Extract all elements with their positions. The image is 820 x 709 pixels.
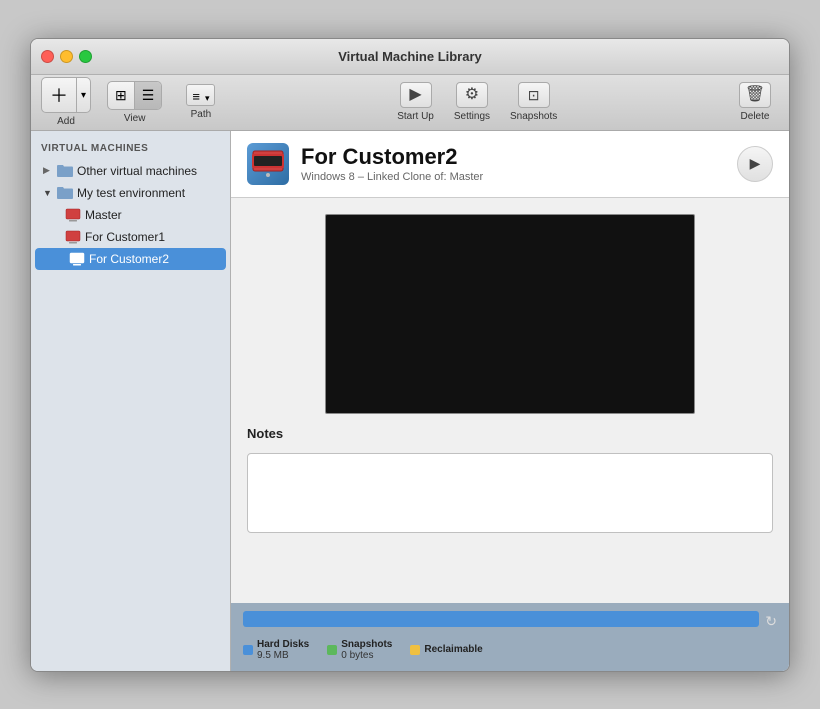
detail-pane: For Customer2 Windows 8 – Linked Clone o…	[231, 131, 789, 671]
vm-icon-detail	[247, 143, 289, 185]
sidebar-item-master-label: Master	[85, 208, 222, 222]
sidebar-section-header: Virtual Machines	[31, 139, 230, 160]
legend-reclaimable: Reclaimable	[410, 639, 482, 661]
refresh-icon: ↻	[765, 613, 777, 629]
vm-screenshot	[325, 214, 695, 414]
settings-button[interactable]: ⚙ Settings	[446, 78, 498, 126]
vm-subtitle: Windows 8 – Linked Clone of: Master	[301, 171, 725, 183]
hard-disks-text: Hard Disks 9.5 MB	[257, 639, 309, 661]
chevron-down-icon: ▾	[81, 90, 86, 101]
maximize-button[interactable]	[79, 50, 92, 63]
sidebar-item-customer2[interactable]: ▶ For Customer2	[35, 248, 226, 270]
delete-label: Delete	[741, 111, 770, 122]
add-split-button[interactable]: ＋ ▾	[41, 77, 91, 113]
vm-icon-master	[65, 207, 81, 223]
startup-button[interactable]: ▶ Start Up	[389, 78, 442, 126]
sidebar-item-customer1[interactable]: ▶ For Customer1	[31, 226, 230, 248]
hard-disks-value: 9.5 MB	[257, 650, 309, 661]
reclaimable-label: Reclaimable	[424, 644, 482, 655]
settings-icon: ⚙	[456, 82, 488, 108]
settings-label: Settings	[454, 111, 490, 122]
vm-title-area: For Customer2 Windows 8 – Linked Clone o…	[301, 144, 725, 183]
main-content: Virtual Machines ▶ Other virtual machine…	[31, 131, 789, 671]
view-toggle[interactable]: ⊞ ☰	[107, 81, 162, 110]
snapshots-button[interactable]: ⊡ Snapshots	[502, 78, 565, 126]
add-main-button[interactable]: ＋	[42, 78, 77, 112]
disclosure-icon-my-test-env: ▼	[43, 188, 53, 198]
sidebar-item-customer2-label: For Customer2	[89, 252, 218, 266]
disclosure-icon-other-vms: ▶	[43, 165, 53, 176]
trash-icon: 🗑	[739, 82, 771, 108]
snapshots-text: Snapshots 0 bytes	[341, 639, 392, 661]
hard-disks-label: Hard Disks	[257, 639, 309, 650]
folder-icon-other-vms	[57, 163, 73, 179]
sidebar-item-other-vms-label: Other virtual machines	[77, 164, 222, 178]
toolbar: ＋ ▾ Add ⊞ ☰ View ≡ ▾ Path	[31, 75, 789, 131]
snapshots-legend-label: Snapshots	[341, 639, 392, 650]
legend-snapshots: Snapshots 0 bytes	[327, 639, 392, 661]
main-window: Virtual Machine Library ＋ ▾ Add ⊞ ☰ View	[30, 38, 790, 672]
path-label: Path	[191, 109, 212, 120]
title-bar: Virtual Machine Library	[31, 39, 789, 75]
notes-box[interactable]	[247, 453, 773, 533]
notes-label: Notes	[247, 426, 773, 441]
snapshots-label: Snapshots	[510, 111, 557, 122]
folder-icon-my-test-env	[57, 185, 73, 201]
add-label: Add	[57, 116, 75, 127]
startup-label: Start Up	[397, 111, 434, 122]
sidebar-item-my-test-env[interactable]: ▼ My test environment	[31, 182, 230, 204]
path-button[interactable]: ≡ ▾ Path	[178, 80, 223, 124]
window-controls	[41, 50, 92, 63]
path-dropdown-icon: ▾	[205, 93, 210, 103]
vm-play-button[interactable]: ▶	[737, 146, 773, 182]
snapshots-icon: ⊡	[518, 82, 550, 108]
add-button-group: ＋ ▾ Add	[41, 77, 91, 127]
plus-icon: ＋	[50, 86, 68, 106]
add-dropdown-button[interactable]: ▾	[77, 86, 90, 105]
storage-bar-area: ↻ Hard Disks 9.5 MB Snapshots	[231, 603, 789, 671]
minimize-button[interactable]	[60, 50, 73, 63]
storage-legend: Hard Disks 9.5 MB Snapshots 0 bytes	[243, 639, 777, 661]
window-title: Virtual Machine Library	[338, 49, 482, 64]
sidebar-item-customer1-label: For Customer1	[85, 230, 222, 244]
reclaimable-dot	[410, 645, 420, 655]
reclaimable-text: Reclaimable	[424, 644, 482, 655]
play-icon: ▶	[400, 82, 432, 108]
path-icon: ≡ ▾	[186, 84, 215, 106]
close-button[interactable]	[41, 50, 54, 63]
vm-icon-customer1	[65, 229, 81, 245]
refresh-button[interactable]: ↻	[765, 613, 777, 631]
legend-hard-disks: Hard Disks 9.5 MB	[243, 639, 309, 661]
vm-header: For Customer2 Windows 8 – Linked Clone o…	[231, 131, 789, 198]
sidebar: Virtual Machines ▶ Other virtual machine…	[31, 131, 231, 671]
vm-icon-customer2	[69, 251, 85, 267]
delete-button[interactable]: 🗑 Delete	[731, 78, 779, 126]
vm-name: For Customer2	[301, 144, 725, 170]
sidebar-item-master[interactable]: ▶ Master	[31, 204, 230, 226]
path-lines-icon: ≡	[192, 89, 200, 104]
snapshots-legend-value: 0 bytes	[341, 650, 392, 661]
list-view-icon[interactable]: ☰	[135, 82, 162, 109]
hard-disks-dot	[243, 645, 253, 655]
view-button-group: ⊞ ☰ View	[107, 81, 162, 124]
grid-view-icon[interactable]: ⊞	[108, 82, 135, 109]
snapshots-dot	[327, 645, 337, 655]
vm-screenshot-area: Notes	[231, 198, 789, 603]
sidebar-item-my-test-env-label: My test environment	[77, 186, 222, 200]
view-label: View	[124, 113, 146, 124]
sidebar-item-other-vms[interactable]: ▶ Other virtual machines	[31, 160, 230, 182]
storage-bar	[243, 611, 759, 627]
